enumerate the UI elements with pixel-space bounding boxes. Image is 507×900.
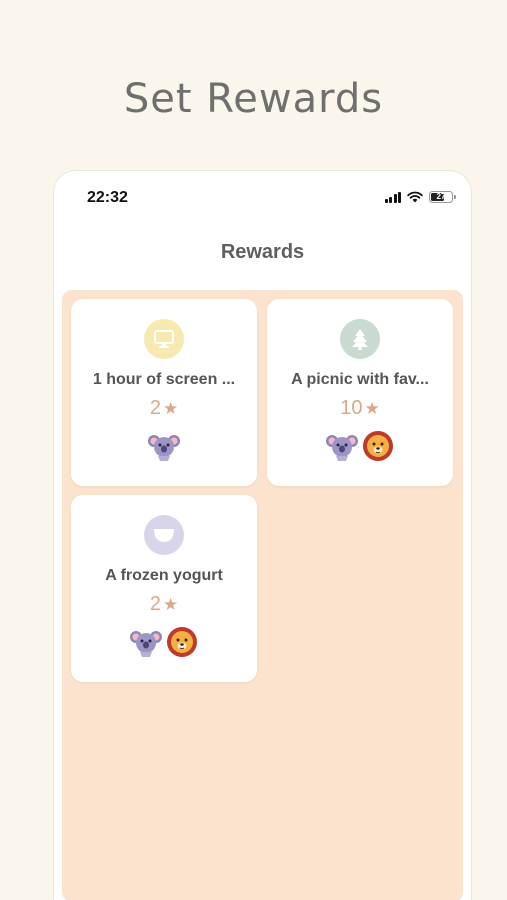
rewards-panel: 1 hour of screen ... 2 ★ A picnic with f… bbox=[62, 290, 463, 900]
battery-level: 27 bbox=[436, 192, 446, 201]
koala-avatar bbox=[326, 435, 358, 461]
yogurt-icon bbox=[154, 529, 174, 542]
koala-avatar bbox=[130, 631, 162, 657]
assigned-kids bbox=[71, 430, 257, 462]
status-icons: 27 bbox=[384, 190, 456, 204]
star-icon: ★ bbox=[364, 399, 380, 418]
star-icon: ★ bbox=[162, 399, 179, 418]
assigned-kids bbox=[71, 626, 257, 658]
reward-card[interactable]: A frozen yogurt 2 ★ bbox=[71, 495, 257, 682]
status-bar: 22:32 27 bbox=[54, 171, 471, 223]
tv-icon bbox=[154, 330, 174, 348]
star-count: 2 bbox=[149, 593, 161, 615]
star-icon: ★ bbox=[162, 595, 179, 614]
reward-title: 1 hour of screen ... bbox=[92, 371, 236, 388]
reward-icon-circle bbox=[144, 319, 184, 359]
reward-card[interactable]: A picnic with fav... 10 ★ bbox=[267, 299, 453, 486]
reward-icon-circle bbox=[340, 319, 380, 359]
screen-title: Rewards bbox=[220, 241, 305, 263]
wifi-icon bbox=[407, 191, 423, 203]
reward-title: A frozen yogurt bbox=[105, 567, 223, 584]
star-count: 10 bbox=[340, 397, 363, 419]
reward-card[interactable]: 1 hour of screen ... 2 ★ bbox=[71, 299, 257, 486]
reward-title: A picnic with fav... bbox=[291, 371, 429, 388]
status-time: 22:32 bbox=[87, 189, 128, 206]
assigned-kids bbox=[267, 430, 453, 462]
koala-avatar bbox=[148, 435, 180, 461]
reward-icon-circle bbox=[144, 515, 184, 555]
lion-avatar bbox=[167, 627, 197, 657]
cellular-signal-icon bbox=[384, 191, 401, 203]
reward-star-cost: 2 ★ bbox=[71, 397, 257, 420]
star-count: 2 bbox=[149, 397, 161, 419]
lion-avatar bbox=[363, 431, 393, 461]
reward-star-cost: 2 ★ bbox=[71, 593, 257, 616]
battery-icon: 27 bbox=[429, 191, 456, 203]
page-headline: Set Rewards bbox=[123, 76, 384, 122]
tree-icon bbox=[352, 329, 368, 350]
phone-frame: 22:32 27 Rewards 1 hour of screen ... 2 … bbox=[54, 171, 471, 900]
reward-star-cost: 10 ★ bbox=[267, 397, 453, 420]
